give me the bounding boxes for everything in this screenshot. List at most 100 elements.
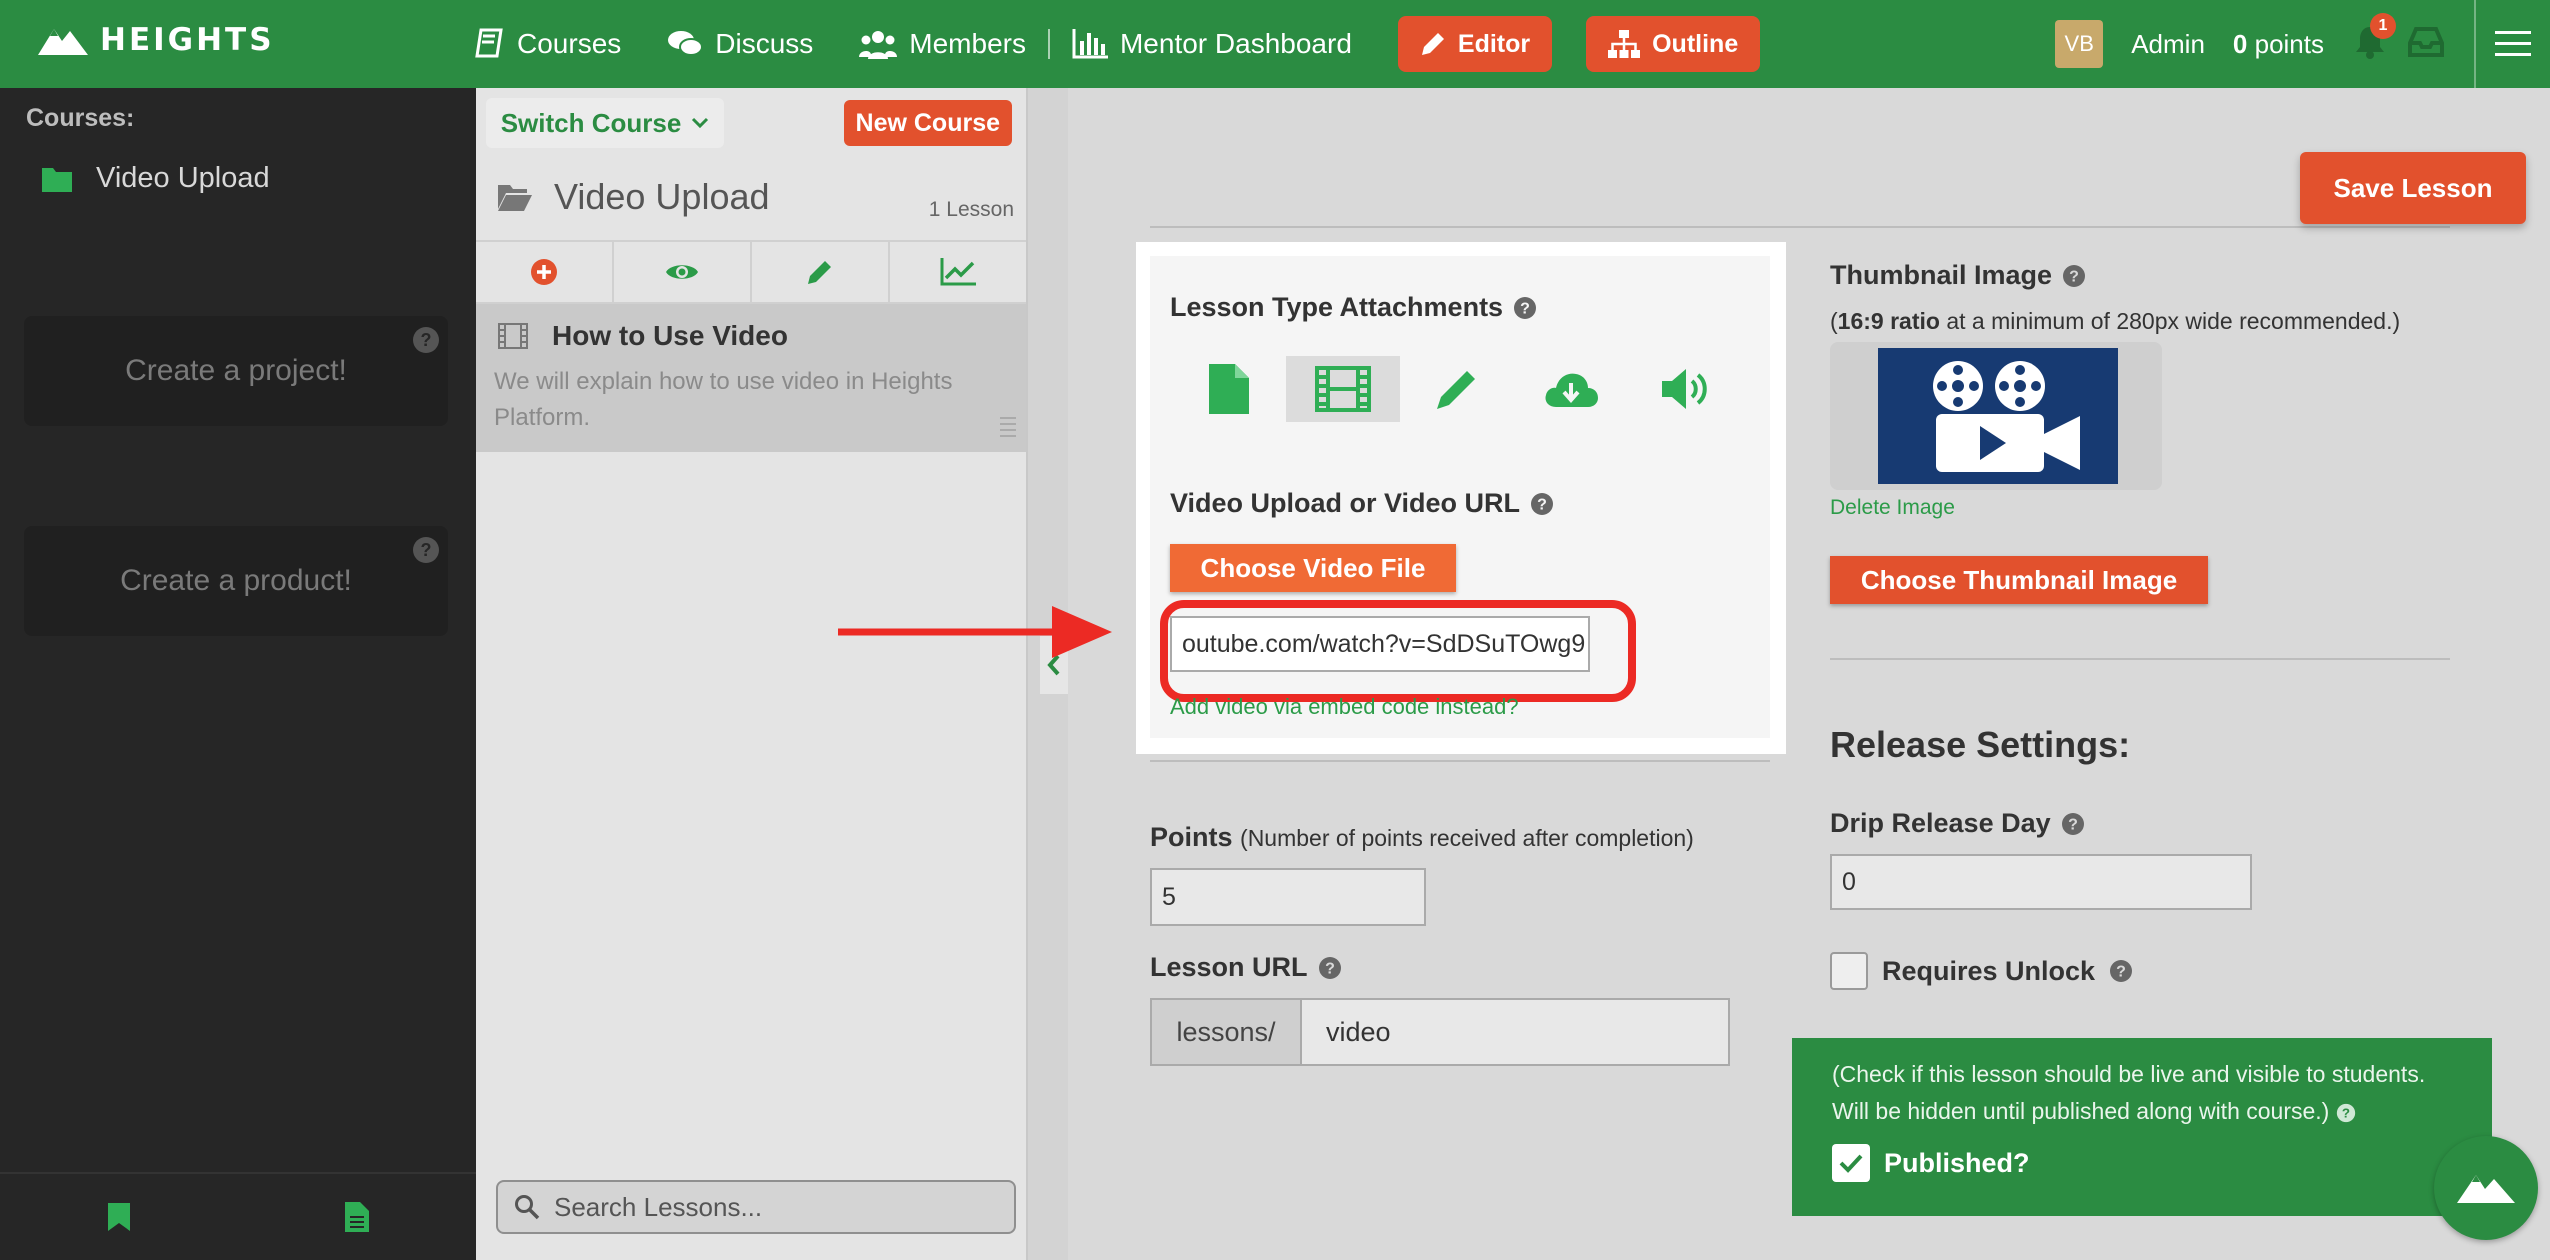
svg-text:?: ? <box>2069 268 2079 285</box>
drip-release-input[interactable]: 0 <box>1830 854 2252 910</box>
search-placeholder: Search Lessons... <box>554 1191 763 1222</box>
choose-video-file-button[interactable]: Choose Video File <box>1170 544 1456 592</box>
lesson-url-prefix: lessons/ <box>1152 1000 1302 1064</box>
notifications-button[interactable]: 1 <box>2354 12 2396 64</box>
delete-image-link[interactable]: Delete Image <box>1830 496 1955 520</box>
brand-name: HEIGHTS <box>100 22 275 58</box>
thumbnail-label: Thumbnail Image ? <box>1830 260 2086 291</box>
help-icon[interactable]: ? <box>412 326 440 362</box>
embed-code-link[interactable]: Add video via embed code instead? <box>1170 694 1519 720</box>
book-icon <box>475 28 503 58</box>
requires-unlock-checkbox[interactable] <box>1830 952 1868 990</box>
attachment-type-audio[interactable] <box>1628 356 1742 422</box>
folder-icon <box>42 167 72 192</box>
drag-handle-icon[interactable] <box>1000 416 1016 440</box>
help-launcher-button[interactable] <box>2434 1136 2538 1240</box>
switch-course-button[interactable]: Switch Course <box>486 98 724 148</box>
nav-mentor-dashboard[interactable]: Mentor Dashboard <box>1072 28 1352 60</box>
requires-unlock-row: Requires Unlock ? <box>1830 952 2133 990</box>
help-icon[interactable]: ? <box>412 536 440 572</box>
nav-members[interactable]: Members <box>859 28 1026 60</box>
chat-bubbles-icon <box>668 31 704 56</box>
sidebar-item-video-upload[interactable]: Video Upload <box>42 162 270 195</box>
sidebar-title: Courses: <box>26 104 135 132</box>
points-input[interactable]: 5 <box>1150 868 1426 926</box>
thumbnail-hint: (16:9 ratio at a minimum of 280px wide r… <box>1830 308 2401 334</box>
film-icon <box>498 323 528 349</box>
lesson-url-field: lessons/ video <box>1150 998 1730 1066</box>
editor-button-label: Editor <box>1457 29 1531 58</box>
save-lesson-button[interactable]: Save Lesson <box>2300 152 2526 224</box>
help-icon[interactable]: ? <box>2061 812 2085 836</box>
help-icon[interactable]: ? <box>2336 1103 2356 1123</box>
lesson-url-input[interactable]: video <box>1302 1000 1728 1064</box>
plus-circle-icon <box>531 259 557 285</box>
drip-release-label-text: Drip Release Day <box>1830 808 2051 838</box>
nav-courses[interactable]: Courses <box>475 28 621 60</box>
requires-unlock-label: Requires Unlock <box>1882 955 2096 986</box>
help-icon[interactable]: ? <box>1513 296 1537 320</box>
bookmark-icon[interactable] <box>107 1203 130 1231</box>
divider <box>1830 658 2450 660</box>
choose-thumbnail-button[interactable]: Choose Thumbnail Image <box>1830 556 2208 604</box>
add-lesson-button[interactable] <box>476 242 614 302</box>
preview-button[interactable] <box>614 242 752 302</box>
inbox-button[interactable] <box>2408 26 2444 62</box>
nav-discuss[interactable]: Discuss <box>667 28 813 60</box>
course-title: Video Upload <box>554 176 770 217</box>
user-name[interactable]: Admin <box>2131 29 2205 60</box>
create-project-card[interactable]: Create a project! ? <box>24 316 448 426</box>
sitemap-icon <box>1608 30 1641 58</box>
svg-text:?: ? <box>2116 964 2126 981</box>
help-icon[interactable]: ? <box>1530 492 1554 516</box>
nav-mentor-dashboard-label: Mentor Dashboard <box>1119 28 1352 59</box>
nav-discuss-label: Discuss <box>715 28 814 59</box>
thumbnail-hint-ratio: 16:9 ratio <box>1837 308 1940 334</box>
chevron-down-icon <box>692 117 709 129</box>
user-area: VB Admin 0 points 1 <box>2055 0 2550 88</box>
help-icon[interactable]: ? <box>2062 264 2086 288</box>
mountain-logo-icon <box>38 29 88 55</box>
help-icon[interactable]: ? <box>1318 956 1342 980</box>
avatar[interactable]: VB <box>2055 20 2104 68</box>
release-settings-title: Release Settings: <box>1830 724 2131 765</box>
search-icon <box>515 1195 540 1220</box>
attachment-type-download[interactable] <box>1514 356 1628 422</box>
sidebar-course-label: Video Upload <box>96 162 270 194</box>
publish-panel: (Check if this lesson should be live and… <box>1792 1038 2492 1216</box>
document-icon[interactable] <box>344 1202 369 1232</box>
outline-button-label: Outline <box>1652 29 1739 58</box>
outline-button[interactable]: Outline <box>1586 16 1761 72</box>
editor-button[interactable]: Editor <box>1397 16 1553 72</box>
thumbnail-image <box>1878 348 2118 484</box>
analytics-button[interactable] <box>890 242 1026 302</box>
new-course-button[interactable]: New Course <box>843 100 1012 146</box>
video-url-input[interactable]: outube.com/watch?v=SdDSuTOwg9 <box>1170 616 1590 672</box>
speaker-icon <box>1662 369 1707 409</box>
svg-text:?: ? <box>421 540 432 560</box>
video-upload-label-text: Video Upload or Video URL <box>1170 488 1521 518</box>
attachment-type-document[interactable] <box>1172 356 1286 422</box>
nav-courses-label: Courses <box>517 28 622 59</box>
cloud-download-icon <box>1545 373 1598 407</box>
edit-button[interactable] <box>752 242 890 302</box>
svg-text:?: ? <box>1520 300 1530 317</box>
help-icon[interactable]: ? <box>2109 959 2133 983</box>
thumbnail-hint-rest: at a minimum of 280px wide recommended.) <box>1939 308 2401 334</box>
published-checkbox[interactable] <box>1832 1144 1870 1182</box>
divider <box>1150 226 2450 228</box>
nav-separator <box>1047 29 1050 59</box>
attachment-type-text[interactable] <box>1400 356 1514 422</box>
menu-button[interactable] <box>2476 0 2550 88</box>
points-unit: points <box>2254 28 2324 59</box>
create-product-card[interactable]: Create a product! ? <box>24 526 448 636</box>
points-display: 0 points <box>2233 29 2324 60</box>
attachments-title-label: Lesson Type Attachments <box>1170 292 1504 322</box>
folder-open-icon <box>498 185 532 211</box>
lesson-list-item[interactable]: How to Use Video We will explain how to … <box>476 304 1026 452</box>
heights-logo[interactable]: HEIGHTS <box>38 22 275 58</box>
svg-text:?: ? <box>421 330 432 350</box>
search-lessons-field[interactable]: Search Lessons... <box>496 1180 1016 1234</box>
svg-text:?: ? <box>1537 496 1547 513</box>
attachment-type-video[interactable] <box>1286 356 1400 422</box>
